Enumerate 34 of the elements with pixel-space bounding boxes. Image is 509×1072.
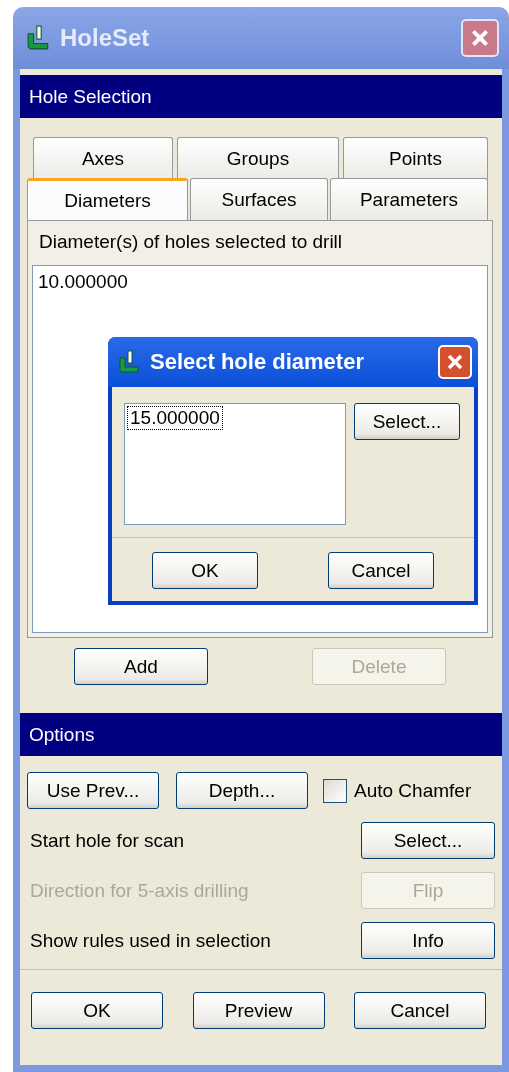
ok-button[interactable]: OK: [31, 992, 163, 1029]
drill-icon: [118, 350, 142, 374]
option-button[interactable]: Select...: [361, 822, 495, 859]
option-label: Show rules used in selection: [29, 929, 271, 952]
ok-button[interactable]: OK: [152, 552, 258, 589]
option-button[interactable]: Info: [361, 922, 495, 959]
add-button[interactable]: Add: [74, 648, 208, 685]
dialog-title: Select hole diameter: [150, 349, 365, 375]
option-label: Direction for 5-axis drilling: [29, 879, 249, 902]
diameter-list[interactable]: 10.000000 Select hole diameter 15.000000 Select... OK Cancel: [32, 265, 488, 633]
tab[interactable]: Diameters: [27, 178, 188, 220]
close-icon: [445, 352, 465, 372]
use-previous-button[interactable]: Use Prev...: [27, 772, 159, 809]
window-title: HoleSet: [60, 24, 151, 52]
cancel-button[interactable]: Cancel: [328, 552, 434, 589]
depth-button[interactable]: Depth...: [176, 772, 308, 809]
select-button[interactable]: Select...: [354, 403, 460, 440]
list-item[interactable]: 10.000000: [35, 270, 131, 294]
preview-button[interactable]: Preview: [192, 992, 325, 1029]
list-label: Diameter(s) of holes selected to drill: [38, 231, 344, 253]
option-label: Start hole for scan: [29, 829, 185, 852]
section-header: Options: [20, 713, 502, 756]
close-icon: [469, 27, 491, 49]
tab[interactable]: Surfaces: [190, 178, 328, 220]
tab[interactable]: Axes: [33, 137, 173, 179]
tab[interactable]: Groups: [177, 137, 339, 179]
auto-chamfer-checkbox[interactable]: [323, 778, 347, 803]
checkbox-label: Auto Chamfer: [354, 779, 472, 802]
diameter-list[interactable]: 15.000000: [124, 403, 346, 525]
tab[interactable]: Parameters: [330, 178, 488, 220]
list-item[interactable]: 15.000000: [127, 406, 223, 430]
tab[interactable]: Points: [343, 137, 488, 179]
cancel-button[interactable]: Cancel: [354, 992, 486, 1029]
section-header: Hole Selection: [20, 75, 502, 118]
